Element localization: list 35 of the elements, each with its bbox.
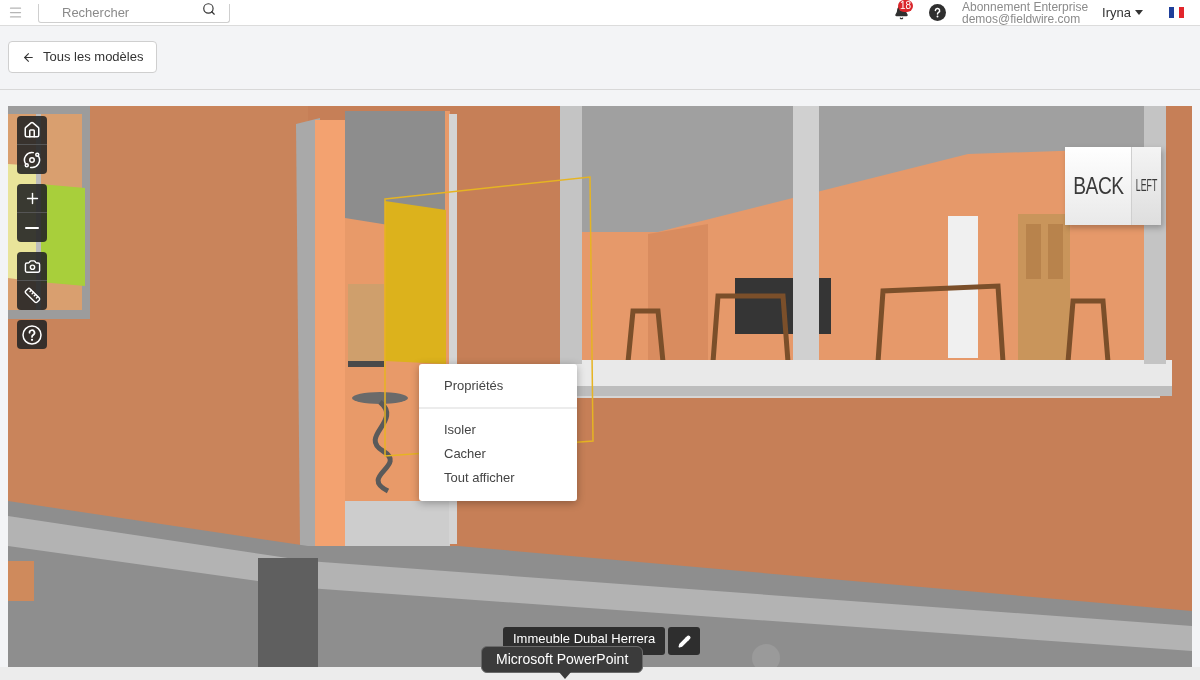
- notifications-button[interactable]: 18: [891, 2, 911, 23]
- menu-item[interactable]: Tout afficher: [419, 466, 577, 490]
- cube-face[interactable]: BACK: [1065, 147, 1131, 225]
- caret-icon: [1135, 10, 1143, 15]
- tooltip-pointer: [559, 672, 571, 679]
- user-menu-button[interactable]: Iryna: [1102, 2, 1143, 23]
- back-button[interactable]: Tous les modèles: [8, 41, 158, 73]
- navigation-cube[interactable]: BACK LEFT: [1065, 147, 1161, 225]
- flag-icon: [1169, 7, 1184, 18]
- menu-item[interactable]: Cacher: [419, 442, 577, 466]
- orbit-icon: [23, 150, 41, 169]
- cube-face-label: BACK: [1072, 171, 1124, 201]
- minus-icon: [25, 226, 39, 229]
- help-icon: [22, 324, 42, 345]
- subscription-plan: Abonnement Enterprise: [962, 0, 1089, 13]
- house-icon: [23, 121, 41, 139]
- help-icon: [929, 4, 946, 21]
- cube-side[interactable]: LEFT: [1131, 147, 1161, 225]
- search-icon: [202, 2, 216, 16]
- search-field[interactable]: Rechercher: [38, 3, 230, 23]
- cube-side-label: LEFT: [1135, 176, 1158, 196]
- pencil-icon: [677, 634, 691, 648]
- menu-item[interactable]: Isoler: [419, 418, 577, 442]
- tooltip: Microsoft PowerPoint: [481, 646, 644, 673]
- building-model-drawing[interactable]: [8, 106, 1192, 667]
- help-button[interactable]: [17, 320, 47, 349]
- arrow-left-icon: [22, 50, 35, 64]
- menu-item[interactable]: Propriétés: [419, 374, 577, 398]
- account-email: demos@fieldwire.com: [962, 12, 1081, 25]
- notification-count: 18: [898, 0, 914, 12]
- camera-icon: [23, 257, 41, 275]
- language-button[interactable]: [1169, 7, 1184, 18]
- ruler-icon: [23, 287, 41, 304]
- edit-button[interactable]: [668, 627, 701, 655]
- help-button[interactable]: [929, 4, 946, 21]
